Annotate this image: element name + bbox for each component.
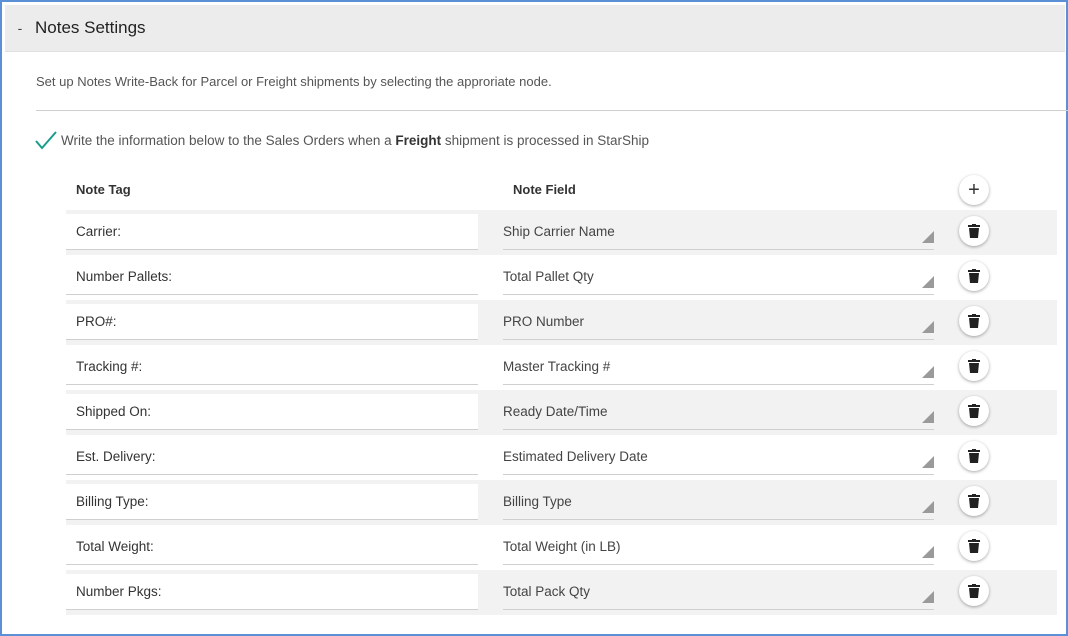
trash-icon	[968, 404, 980, 418]
note-field-column-header: Note Field	[513, 182, 576, 197]
dropdown-triangle-icon[interactable]	[922, 590, 934, 603]
note-field-value: Estimated Delivery Date	[503, 449, 648, 464]
table-row: Carrier: Ship Carrier Name	[66, 210, 1057, 255]
table-row: Total Weight: Total Weight (in LB)	[66, 525, 1057, 570]
table-row: Tracking #: Master Tracking #	[66, 345, 1057, 390]
delete-row-button[interactable]	[959, 576, 989, 606]
dropdown-triangle-icon[interactable]	[922, 365, 934, 378]
dropdown-triangle-icon[interactable]	[922, 410, 934, 423]
table-row: Number Pkgs: Total Pack Qty	[66, 570, 1057, 615]
trash-icon	[968, 269, 980, 283]
note-tag-column-header: Note Tag	[76, 182, 131, 197]
note-tag-input[interactable]: Total Weight:	[66, 529, 478, 565]
dropdown-triangle-icon[interactable]	[922, 500, 934, 513]
dropdown-triangle-icon[interactable]	[922, 320, 934, 333]
dropdown-triangle-icon[interactable]	[922, 545, 934, 558]
notes-settings-frame: - Notes Settings Set up Notes Write-Back…	[0, 0, 1068, 636]
note-field-select[interactable]: Master Tracking #	[503, 349, 934, 385]
note-tag-input[interactable]: Number Pallets:	[66, 259, 478, 295]
note-rows: Carrier: Ship Carrier Name Number Pallets:…	[66, 210, 1057, 615]
table-row: Billing Type: Billing Type	[66, 480, 1057, 525]
check-icon[interactable]	[34, 129, 58, 151]
table-row: Shipped On: Ready Date/Time	[66, 390, 1057, 435]
delete-row-button[interactable]	[959, 306, 989, 336]
table-row: Number Pallets: Total Pallet Qty	[66, 255, 1057, 300]
delete-row-button[interactable]	[959, 441, 989, 471]
note-tag-input[interactable]: PRO#:	[66, 304, 478, 340]
freight-writeback-option: Write the information below to the Sales…	[34, 128, 649, 152]
note-field-select[interactable]: Ready Date/Time	[503, 394, 934, 430]
note-field-value: Ready Date/Time	[503, 404, 608, 419]
writeback-label: Write the information below to the Sales…	[61, 132, 650, 148]
note-tag-input[interactable]: Carrier:	[66, 214, 478, 250]
trash-icon	[968, 584, 980, 598]
add-row-button[interactable]: +	[959, 175, 989, 205]
note-tag-input[interactable]: Tracking #:	[66, 349, 478, 385]
note-tag-input[interactable]: Number Pkgs:	[66, 574, 478, 610]
trash-icon	[968, 494, 980, 508]
note-field-select[interactable]: Billing Type	[503, 484, 934, 520]
note-field-value: Total Pallet Qty	[503, 269, 594, 284]
delete-row-button[interactable]	[959, 531, 989, 561]
trash-icon	[968, 539, 980, 553]
minus-icon[interactable]: -	[9, 20, 31, 36]
trash-icon	[968, 449, 980, 463]
note-field-value: Billing Type	[503, 494, 572, 509]
trash-icon	[968, 224, 980, 238]
note-field-select[interactable]: Ship Carrier Name	[503, 214, 934, 250]
trash-icon	[968, 359, 980, 373]
note-field-select[interactable]: PRO Number	[503, 304, 934, 340]
table-row: Est. Delivery: Estimated Delivery Date	[66, 435, 1057, 480]
note-tag-input[interactable]: Shipped On:	[66, 394, 478, 430]
dropdown-triangle-icon[interactable]	[922, 230, 934, 243]
note-field-value: Total Weight (in LB)	[503, 539, 621, 554]
delete-row-button[interactable]	[959, 216, 989, 246]
delete-row-button[interactable]	[959, 396, 989, 426]
delete-row-button[interactable]	[959, 261, 989, 291]
note-field-value: Total Pack Qty	[503, 584, 591, 599]
panel-header[interactable]: - Notes Settings	[5, 5, 1065, 52]
note-field-select[interactable]: Estimated Delivery Date	[503, 439, 934, 475]
delete-row-button[interactable]	[959, 486, 989, 516]
divider	[36, 110, 1068, 111]
note-field-value: Master Tracking #	[503, 359, 611, 374]
note-field-value: Ship Carrier Name	[503, 224, 615, 239]
dropdown-triangle-icon[interactable]	[922, 275, 934, 288]
table-row: PRO#: PRO Number	[66, 300, 1057, 345]
note-field-select[interactable]: Total Weight (in LB)	[503, 529, 934, 565]
note-field-select[interactable]: Total Pack Qty	[503, 574, 934, 610]
dropdown-triangle-icon[interactable]	[922, 455, 934, 468]
plus-icon: +	[968, 179, 980, 201]
note-field-value: PRO Number	[503, 314, 585, 329]
note-tag-input[interactable]: Est. Delivery:	[66, 439, 478, 475]
panel-title: Notes Settings	[35, 18, 146, 37]
panel-description: Set up Notes Write-Back for Parcel or Fr…	[36, 74, 552, 89]
trash-icon	[968, 314, 980, 328]
note-field-select[interactable]: Total Pallet Qty	[503, 259, 934, 295]
note-tag-input[interactable]: Billing Type:	[66, 484, 478, 520]
delete-row-button[interactable]	[959, 351, 989, 381]
